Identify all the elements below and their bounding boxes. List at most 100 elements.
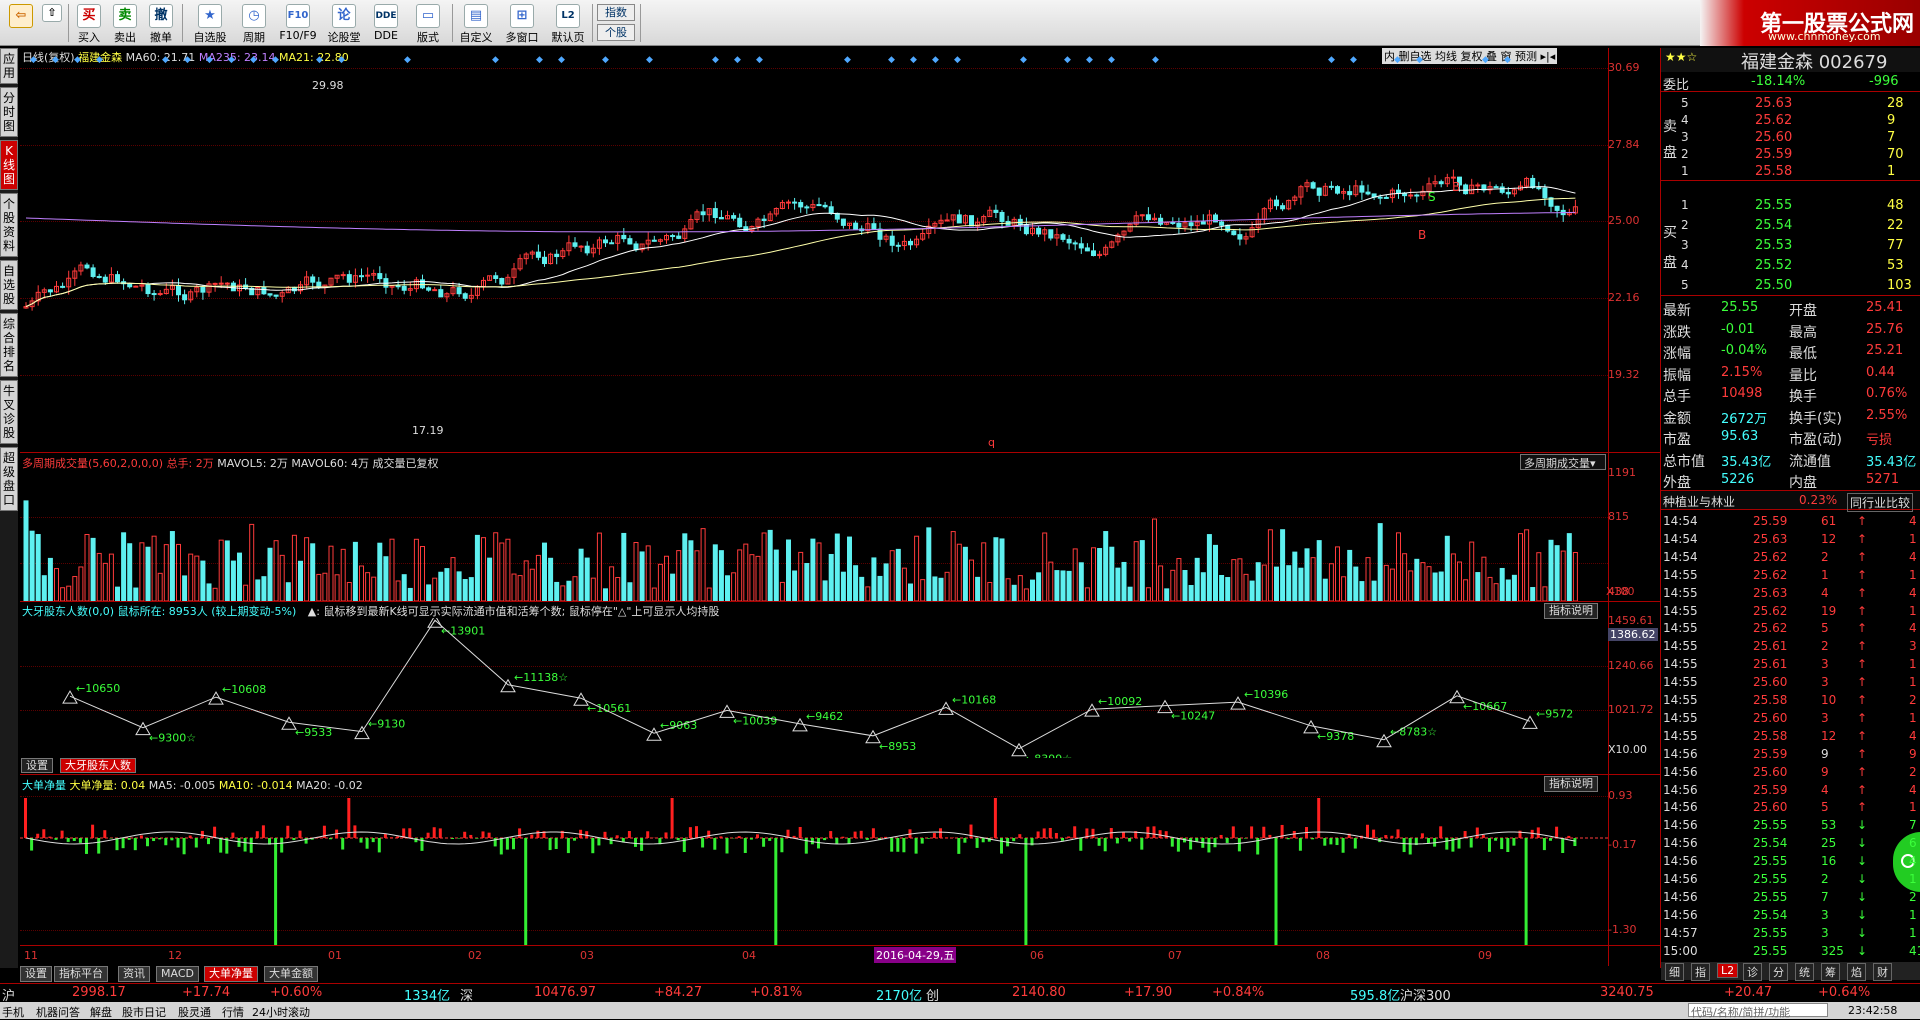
stat-row[interactable]: 外盘5226内盘5271 xyxy=(1661,470,1920,490)
buy-level-row[interactable]: 425.5253 xyxy=(1661,256,1920,276)
tab-super-panel[interactable]: 超级盘口 xyxy=(0,447,18,511)
forum-button[interactable]: 论论股堂 xyxy=(324,2,364,44)
f10-button[interactable]: F10F10/F9 xyxy=(278,2,318,44)
volume-bar xyxy=(1153,519,1157,601)
volume-bar xyxy=(1543,587,1547,601)
tab-ranking[interactable]: 综合排名 xyxy=(0,313,18,377)
status-analysis[interactable]: 解盘 xyxy=(90,1004,112,1020)
kline-chart[interactable]: ◆◆◆◆◆◆◆◆◆◆◆◆◆◆◆◆◆◆◆◆◆◆◆◆◆◆◆◆◆◆◆◆◆◆◆◆◆ xyxy=(20,48,1608,452)
dde-button[interactable]: DDEDDE xyxy=(368,2,404,44)
volume-bar xyxy=(1458,562,1462,601)
quote-tab[interactable]: 分 xyxy=(1769,963,1788,981)
volume-bar xyxy=(177,544,181,601)
quote-tab[interactable]: 诊 xyxy=(1743,963,1762,981)
back-button[interactable]: ⇦ xyxy=(6,2,36,44)
bottom-tab-bigamount[interactable]: 大单金额 xyxy=(264,966,318,982)
volume-bar xyxy=(1476,573,1480,601)
stat-row[interactable]: 金额2672万换手(实)2.55% xyxy=(1661,406,1920,426)
volume-bar xyxy=(701,529,705,601)
status-24h[interactable]: 24小时滚动 xyxy=(252,1004,310,1020)
volume-bar xyxy=(213,588,217,601)
stat-row[interactable]: 总市值35.43亿流通值35.43亿 xyxy=(1661,449,1920,469)
holders-chart[interactable]: ←10650←9300☆←10608←9533←9130←13901←11138… xyxy=(20,618,1608,758)
tab-stock-info[interactable]: 个股资料 xyxy=(0,193,18,257)
arrow-icon: ↓ xyxy=(1857,836,1867,850)
default-page-button[interactable]: L2默认页 xyxy=(548,2,588,44)
tab-diagnosis[interactable]: 牛叉诊股 xyxy=(0,380,18,444)
bigorder-bar xyxy=(329,838,332,839)
tick-row[interactable]: 15:0025.55325↓41 xyxy=(1661,942,1920,962)
bigorder-bar xyxy=(1122,833,1125,838)
tab-timeshare[interactable]: 分时图 xyxy=(0,87,18,137)
forward-button[interactable]: ⇧ xyxy=(40,2,64,44)
volume-bar xyxy=(951,532,955,601)
sell-button[interactable]: 卖卖出 xyxy=(108,2,142,44)
watchlist-button[interactable]: ★自选股 xyxy=(190,2,230,44)
volume-tick: 815 xyxy=(1608,510,1660,523)
quote-tab[interactable]: 财 xyxy=(1873,963,1892,981)
search-input[interactable]: 代码/名称/简拼/功能 xyxy=(1688,1003,1828,1017)
stat-row[interactable]: 涨幅-0.04%最低25.21 xyxy=(1661,341,1920,361)
holders-settings-tab[interactable]: 设置 xyxy=(21,758,53,773)
bottom-tab-news[interactable]: 资讯 xyxy=(118,966,150,982)
holders-help-button[interactable]: 指标说明 xyxy=(1544,603,1598,619)
volume-dropdown[interactable]: 多周期成交量▾ xyxy=(1520,454,1606,470)
status-gulingtong[interactable]: 股灵通 xyxy=(178,1004,211,1020)
cancel-order-button[interactable]: 撤撤单 xyxy=(144,2,178,44)
holders-indicator-tab[interactable]: 大牙股东人数 xyxy=(60,758,136,773)
status-market[interactable]: 行情 xyxy=(222,1004,244,1020)
layout-button[interactable]: ▭版式 xyxy=(408,2,448,44)
tab-watchlist[interactable]: 自选股 xyxy=(0,260,18,310)
multiwindow-button[interactable]: ⊞多窗口 xyxy=(500,2,544,44)
candle xyxy=(994,210,998,212)
quote-tab[interactable]: L2 xyxy=(1717,963,1738,978)
quote-tab[interactable]: 指 xyxy=(1691,963,1710,981)
stock-button[interactable]: 个股 xyxy=(597,24,635,41)
bottom-tab-macd[interactable]: MACD xyxy=(156,966,199,982)
custom-button[interactable]: ▤自定义 xyxy=(456,2,496,44)
tick-time: 14:56 xyxy=(1663,783,1698,797)
status-robot-qa[interactable]: 机器问答 xyxy=(36,1004,80,1020)
volume-bar xyxy=(555,582,559,601)
status-diary[interactable]: 股市日记 xyxy=(122,1004,166,1020)
stat-row[interactable]: 市盈95.63市盈(动)亏损 xyxy=(1661,427,1920,447)
buy-level-row[interactable]: 325.5377 xyxy=(1661,236,1920,256)
bigorder-bar xyxy=(634,838,637,847)
bottom-tab-bigorder[interactable]: 大单净量 xyxy=(204,966,258,982)
industry-name[interactable]: 种植业与林业 xyxy=(1663,493,1735,510)
buy-level-row[interactable]: 125.5548 xyxy=(1661,196,1920,216)
stat-row[interactable]: 振幅2.15%量比0.44 xyxy=(1661,363,1920,383)
stat-row[interactable]: 最新25.55开盘25.41 xyxy=(1661,298,1920,318)
quote-tab[interactable]: 统 xyxy=(1795,963,1814,981)
buy-button[interactable]: 买买入 xyxy=(72,2,106,44)
stat-row[interactable]: 涨跌-0.01最高25.76 xyxy=(1661,320,1920,340)
stat-label: 流通值 xyxy=(1789,451,1831,471)
buy-level-row[interactable]: 225.5422 xyxy=(1661,216,1920,236)
quote-tab[interactable]: 细 xyxy=(1665,963,1684,981)
volume-chart[interactable] xyxy=(20,470,1608,601)
tab-apps[interactable]: 应用 xyxy=(0,48,18,84)
bigorder-bar xyxy=(1372,830,1375,838)
quote-tab[interactable]: 焰 xyxy=(1847,963,1866,981)
period-button[interactable]: ◷周期 xyxy=(236,2,272,44)
tick-count: 3 xyxy=(1909,639,1917,653)
candle xyxy=(201,287,205,292)
tab-kline[interactable]: K线图 xyxy=(0,140,18,190)
sell-level-row[interactable]: 125.581 xyxy=(1661,162,1920,182)
volume-bar xyxy=(933,577,937,601)
volume-bar xyxy=(890,551,894,601)
status-mobile[interactable]: 手机 xyxy=(2,1004,24,1020)
tick-count: 1 xyxy=(1909,908,1917,922)
bigorder-chart[interactable] xyxy=(20,780,1608,945)
candle xyxy=(610,243,614,244)
buy-level-row[interactable]: 525.50103 xyxy=(1661,276,1920,296)
bottom-tab-settings[interactable]: 设置 xyxy=(20,966,52,982)
stat-row[interactable]: 总手10498换手0.76% xyxy=(1661,384,1920,404)
candle xyxy=(494,276,498,279)
bigorder-bar xyxy=(244,838,247,852)
index-button[interactable]: 指数 xyxy=(597,4,635,21)
bottom-tab-platform[interactable]: 指标平台 xyxy=(54,966,108,982)
quote-tab[interactable]: 筹 xyxy=(1821,963,1840,981)
industry-compare-button[interactable]: 同行业比较 xyxy=(1847,493,1913,512)
volume-bar xyxy=(1299,568,1303,601)
